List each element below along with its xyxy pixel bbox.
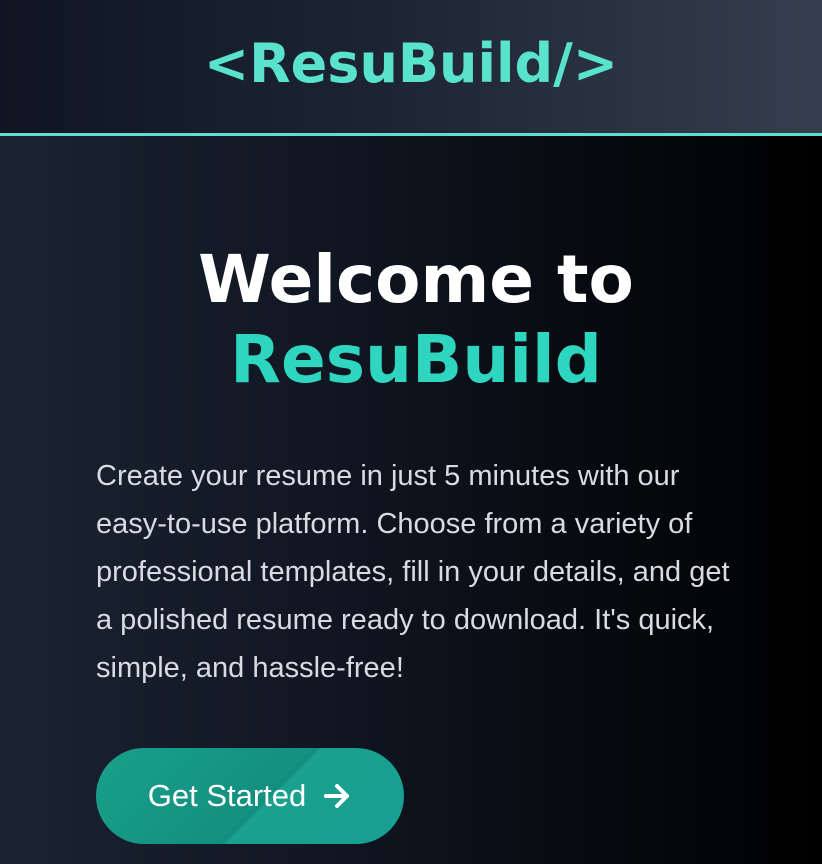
get-started-button[interactable]: Get Started xyxy=(96,748,404,844)
site-header: <ResuBuild/> xyxy=(0,0,822,136)
hero-title-line1: Welcome to xyxy=(198,241,634,318)
hero-section: Welcome to ResuBuild Create your resume … xyxy=(96,240,736,692)
get-started-label: Get Started xyxy=(147,778,307,813)
hero-description: Create your resume in just 5 minutes wit… xyxy=(96,460,730,684)
logo[interactable]: <ResuBuild/> xyxy=(204,32,618,95)
hero-title: Welcome to ResuBuild xyxy=(96,240,736,400)
hero-title-brand: ResuBuild xyxy=(230,321,602,398)
arrow-right-icon xyxy=(322,781,352,811)
